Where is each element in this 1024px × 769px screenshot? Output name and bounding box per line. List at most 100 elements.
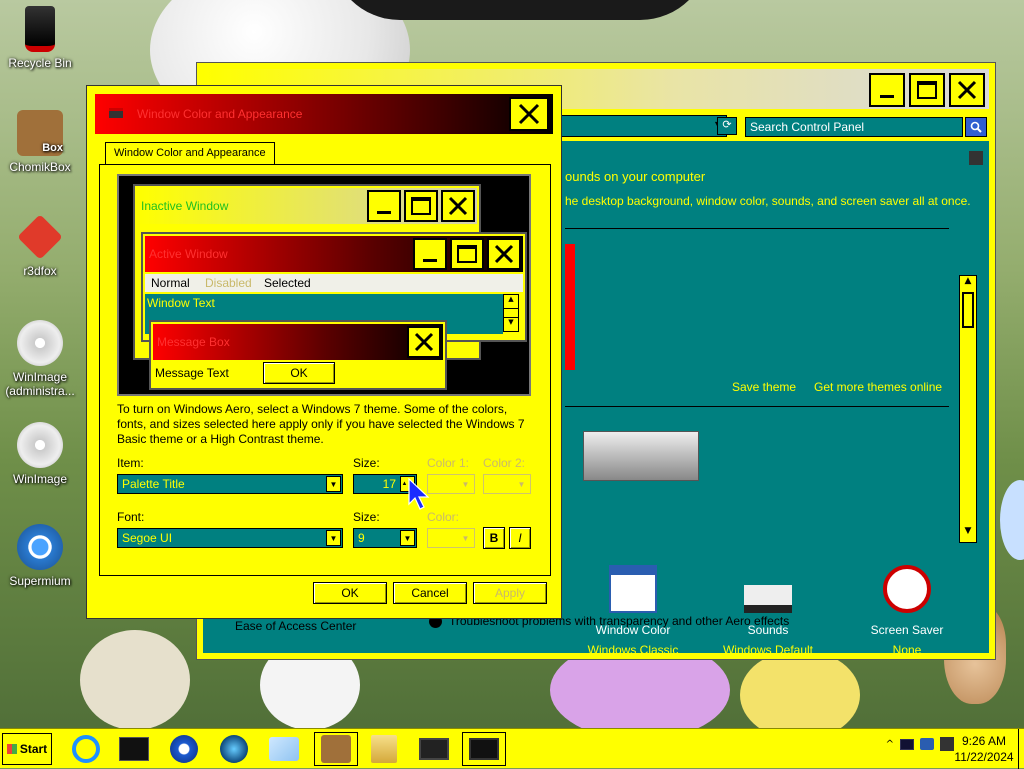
preview-menu-bar: Normal Disabled Selected: [145, 274, 523, 292]
scroll-down-arrow[interactable]: ▼: [960, 526, 976, 542]
close-button[interactable]: [949, 73, 985, 107]
network-icon[interactable]: [900, 738, 914, 750]
preview-message-box[interactable]: Message Box Message Text OK: [149, 320, 447, 390]
desktop-icon-chomikbox[interactable]: Box ChomikBox: [0, 110, 80, 174]
message-box-title: Message Box: [157, 335, 230, 349]
chevron-down-icon: ▼: [458, 476, 473, 492]
desktop-icon-label: ChomikBox: [9, 160, 71, 174]
media-player-icon: [170, 735, 198, 763]
font-color-label: Color:: [427, 510, 460, 524]
minimize-button[interactable]: [869, 73, 905, 107]
maximize-icon: [917, 81, 937, 99]
taskbar-explorer[interactable]: [262, 732, 306, 766]
dialog-title: Window Color and Appearance: [137, 107, 303, 121]
desktop-icon-supermium[interactable]: Supermium: [0, 524, 80, 588]
taskbar-terminal[interactable]: [112, 732, 156, 766]
recycle-bin-icon: [25, 6, 55, 52]
desktop-icon-recycle-bin[interactable]: Recycle Bin: [0, 6, 80, 70]
taskbar-display[interactable]: [412, 732, 456, 766]
screen-saver-label: Screen Saver: [870, 623, 944, 637]
taskbar-browser[interactable]: [212, 732, 256, 766]
color1-picker[interactable]: ▼: [427, 474, 475, 494]
vertical-scrollbar[interactable]: ▲ ▼: [959, 275, 977, 543]
close-icon: [448, 196, 468, 216]
item-label: Item:: [117, 456, 144, 470]
close-icon: [414, 332, 434, 352]
screen-saver-item[interactable]: Screen Saver None: [847, 565, 967, 657]
start-button[interactable]: Start: [2, 733, 52, 765]
show-hidden-icons-icon[interactable]: ^: [886, 739, 894, 750]
apply-button[interactable]: Apply: [473, 582, 547, 604]
desktop-icon-winimage[interactable]: WinImage: [0, 422, 80, 486]
taskbar-media-player[interactable]: [162, 732, 206, 766]
search-button[interactable]: [965, 117, 987, 137]
chomikbox-badge: Box: [42, 142, 63, 154]
message-box-close-button: [407, 326, 441, 358]
search-input[interactable]: Search Control Panel: [745, 117, 963, 137]
inactive-titlebar: Inactive Window: [137, 188, 477, 224]
cancel-button[interactable]: Cancel: [393, 582, 467, 604]
tab-window-color[interactable]: Window Color and Appearance: [105, 142, 275, 164]
font-size-label: Size:: [353, 510, 380, 524]
ease-of-access-link[interactable]: Ease of Access Center: [235, 619, 356, 633]
aero-info-text: To turn on Windows Aero, select a Window…: [117, 402, 525, 446]
bold-button[interactable]: B: [483, 527, 505, 549]
menu-selected: Selected: [264, 276, 311, 290]
desktop-icon-winimage-admin[interactable]: WinImage (administra...: [0, 320, 80, 398]
taskbar-chomikbox[interactable]: [314, 732, 358, 766]
scroll-up-arrow[interactable]: ▲: [960, 276, 976, 292]
save-theme-link[interactable]: Save theme: [732, 380, 796, 394]
font-select-value: Segoe UI: [122, 531, 173, 545]
refresh-button[interactable]: ⟳: [717, 117, 737, 135]
item-select-value: Palette Title: [122, 477, 185, 491]
italic-button[interactable]: I: [509, 527, 531, 549]
get-more-themes-link[interactable]: Get more themes online: [814, 380, 942, 394]
wallpaper-dark-shape: [330, 0, 710, 20]
start-label: Start: [19, 742, 48, 756]
color2-picker[interactable]: ▼: [483, 474, 531, 494]
window-color-item[interactable]: Window Color Windows Classic: [573, 565, 693, 657]
wallpaper-flower: [1000, 480, 1024, 560]
sounds-sub: Windows Default: [722, 643, 814, 657]
page-description: he desktop background, window color, sou…: [565, 194, 971, 208]
volume-icon[interactable]: [920, 738, 934, 750]
item-select[interactable]: Palette Title ▼: [117, 474, 343, 494]
inactive-title: Inactive Window: [141, 199, 229, 213]
desktop-icon-label: Recycle Bin: [8, 56, 72, 70]
maximize-icon: [457, 245, 477, 263]
sounds-item[interactable]: Sounds Windows Default: [708, 565, 828, 657]
chomikbox-icon: Box: [17, 110, 63, 156]
active-title: Active Window: [149, 247, 228, 261]
active-minimize-button: [413, 238, 447, 270]
desktop-icon-r3dfox[interactable]: r3dfox: [0, 214, 80, 278]
ok-button[interactable]: OK: [313, 582, 387, 604]
desktop-icon-label: WinImage: [12, 472, 68, 486]
scrollbar-thumb[interactable]: [962, 292, 974, 328]
clock[interactable]: 9:26 AM 11/22/2024: [950, 733, 1018, 765]
font-select[interactable]: Segoe UI ▼: [117, 528, 343, 548]
internet-explorer-icon: [72, 735, 100, 763]
taskbar: Start ^ 9:26 AM 11/22/2024: [0, 728, 1024, 769]
chevron-down-icon: ▼: [458, 530, 473, 546]
taskbar-internet-explorer[interactable]: [64, 732, 108, 766]
explorer-icon: [269, 737, 299, 761]
inactive-maximize-button: [404, 190, 438, 222]
taskbar-control-panel[interactable]: [462, 732, 506, 766]
minimize-icon: [377, 210, 391, 214]
show-desktop-button[interactable]: [1018, 729, 1024, 769]
wallpaper-flower: [740, 650, 860, 740]
window-text: Window Text: [147, 296, 215, 310]
screen-saver-icon: [883, 565, 931, 613]
chevron-down-icon: ▼: [326, 476, 341, 492]
message-text: Message Text: [155, 366, 229, 380]
font-label: Font:: [117, 510, 145, 524]
dialog-titlebar[interactable]: Window Color and Appearance: [95, 94, 553, 134]
color1-label: Color 1:: [427, 456, 470, 470]
taskbar-file-manager[interactable]: [362, 732, 406, 766]
dialog-close-button[interactable]: [509, 97, 549, 131]
maximize-button[interactable]: [909, 73, 945, 107]
help-icon[interactable]: [969, 151, 983, 165]
window-color-dialog: Window Color and Appearance Window Color…: [86, 85, 562, 619]
font-size-select[interactable]: 9 ▼: [353, 528, 417, 548]
font-color-picker[interactable]: ▼: [427, 528, 475, 548]
